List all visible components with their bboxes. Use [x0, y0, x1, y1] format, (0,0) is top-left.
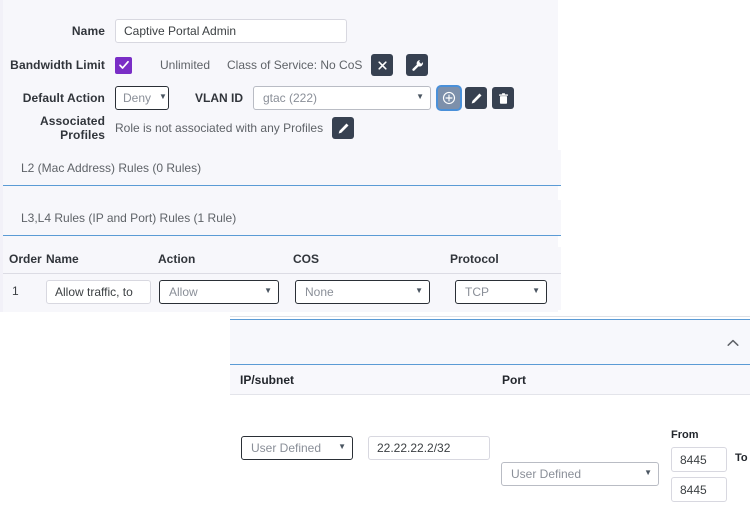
rules-table-header: Order Name Action COS Protocol — [3, 247, 561, 274]
rule-detail-overlay: IP/subnet Port User Defined ▼ User Defin… — [230, 316, 750, 520]
col-port: Port — [502, 373, 526, 387]
chevron-down-icon: ▼ — [532, 286, 540, 295]
col-cos: COS — [293, 252, 320, 266]
l2-rules-label: L2 (Mac Address) Rules (0 Rules) — [21, 160, 202, 175]
edit-profiles-button[interactable] — [332, 117, 355, 139]
col-ip-subnet: IP/subnet — [240, 373, 295, 387]
rule-protocol-select[interactable]: TCP ▼ — [455, 280, 547, 304]
chevron-down-icon: ▼ — [264, 286, 272, 295]
bandwidth-unlimited-checkbox[interactable] — [115, 56, 132, 74]
associated-profiles-row: Associated Profiles Role is not associat… — [3, 114, 561, 142]
port-from-input[interactable] — [671, 447, 727, 472]
chevron-down-icon: ▼ — [159, 92, 167, 101]
col-order: Order — [9, 252, 42, 266]
rule-cos-value: None — [305, 285, 334, 299]
col-protocol: Protocol — [450, 252, 499, 266]
collapse-overlay-button[interactable] — [724, 334, 742, 352]
vlan-id-value: gtac (222) — [263, 91, 318, 105]
rule-action-value: Allow — [169, 285, 198, 299]
ip-subnet-input[interactable] — [368, 436, 490, 460]
plus-circle-icon — [442, 91, 456, 105]
rule-cos-select[interactable]: None ▼ — [295, 280, 430, 304]
wrench-icon — [412, 59, 423, 71]
overlay-table-body: User Defined ▼ User Defined ▼ From To — [230, 395, 750, 520]
port-to-label: To — [735, 452, 748, 464]
rule-order: 1 — [12, 284, 19, 298]
overlay-collapse-bar — [230, 319, 750, 365]
name-input[interactable] — [115, 19, 347, 43]
wrench-icon-button[interactable] — [406, 54, 429, 76]
close-icon — [378, 60, 387, 70]
class-of-service-text: Class of Service: No CoS — [227, 58, 363, 72]
l34-rules-label: L3,L4 Rules (IP and Port) Rules (1 Rule) — [21, 210, 237, 225]
chevron-down-icon: ▼ — [415, 286, 423, 295]
delete-vlan-button[interactable] — [492, 87, 514, 109]
ip-kind-value: User Defined — [251, 441, 322, 455]
rule-action-select[interactable]: Allow ▼ — [159, 280, 279, 304]
associated-profiles-label: Associated Profiles — [39, 114, 105, 142]
default-action-select[interactable]: Deny ▼ — [115, 86, 169, 110]
chevron-down-icon: ▼ — [416, 92, 424, 101]
overlay-table-header: IP/subnet Port — [230, 365, 750, 395]
chevron-down-icon: ▼ — [644, 468, 652, 477]
close-icon-button[interactable] — [371, 54, 394, 76]
port-to-input[interactable] — [671, 477, 727, 502]
l34-rules-section-header[interactable]: L3,L4 Rules (IP and Port) Rules (1 Rule) — [3, 200, 561, 236]
vlan-id-label: VLAN ID — [195, 91, 243, 105]
default-action-value: Deny — [123, 91, 152, 105]
port-kind-select[interactable]: User Defined ▼ — [501, 462, 659, 486]
role-form-panel: Name Bandwidth Limit Unlimited Class of … — [0, 0, 561, 312]
chevron-down-icon: ▼ — [338, 442, 346, 451]
default-action-label: Default Action — [22, 91, 105, 105]
chevron-up-icon — [727, 339, 739, 346]
role-configuration-screen: Name Bandwidth Limit Unlimited Class of … — [0, 0, 750, 520]
rule-name-input[interactable] — [46, 280, 151, 304]
name-label: Name — [71, 24, 105, 38]
l2-rules-section-header[interactable]: L2 (Mac Address) Rules (0 Rules) — [3, 150, 561, 186]
table-row: 1 Allow ▼ None ▼ TCP ▼ — [3, 274, 561, 310]
col-action: Action — [158, 252, 196, 266]
associated-profiles-text: Role is not associated with any Profiles — [115, 121, 324, 135]
trash-icon — [498, 92, 508, 104]
name-row: Name — [3, 18, 561, 44]
pencil-icon — [338, 122, 349, 134]
bandwidth-limit-row: Bandwidth Limit Unlimited Class of Servi… — [3, 52, 561, 78]
vlan-id-select[interactable]: gtac (222) ▼ — [253, 86, 431, 110]
ip-kind-select[interactable]: User Defined ▼ — [241, 436, 353, 460]
unlimited-text: Unlimited — [160, 58, 211, 72]
edit-vlan-button[interactable] — [465, 87, 487, 109]
rule-protocol-value: TCP — [465, 285, 489, 299]
add-vlan-button[interactable] — [438, 87, 460, 109]
default-action-row: Default Action Deny ▼ VLAN ID gtac (222)… — [3, 85, 561, 111]
bandwidth-limit-label: Bandwidth Limit — [10, 58, 105, 72]
pencil-icon — [471, 92, 482, 104]
col-name: Name — [46, 252, 79, 266]
port-from-label: From — [671, 429, 699, 441]
port-kind-value: User Defined — [511, 467, 582, 481]
